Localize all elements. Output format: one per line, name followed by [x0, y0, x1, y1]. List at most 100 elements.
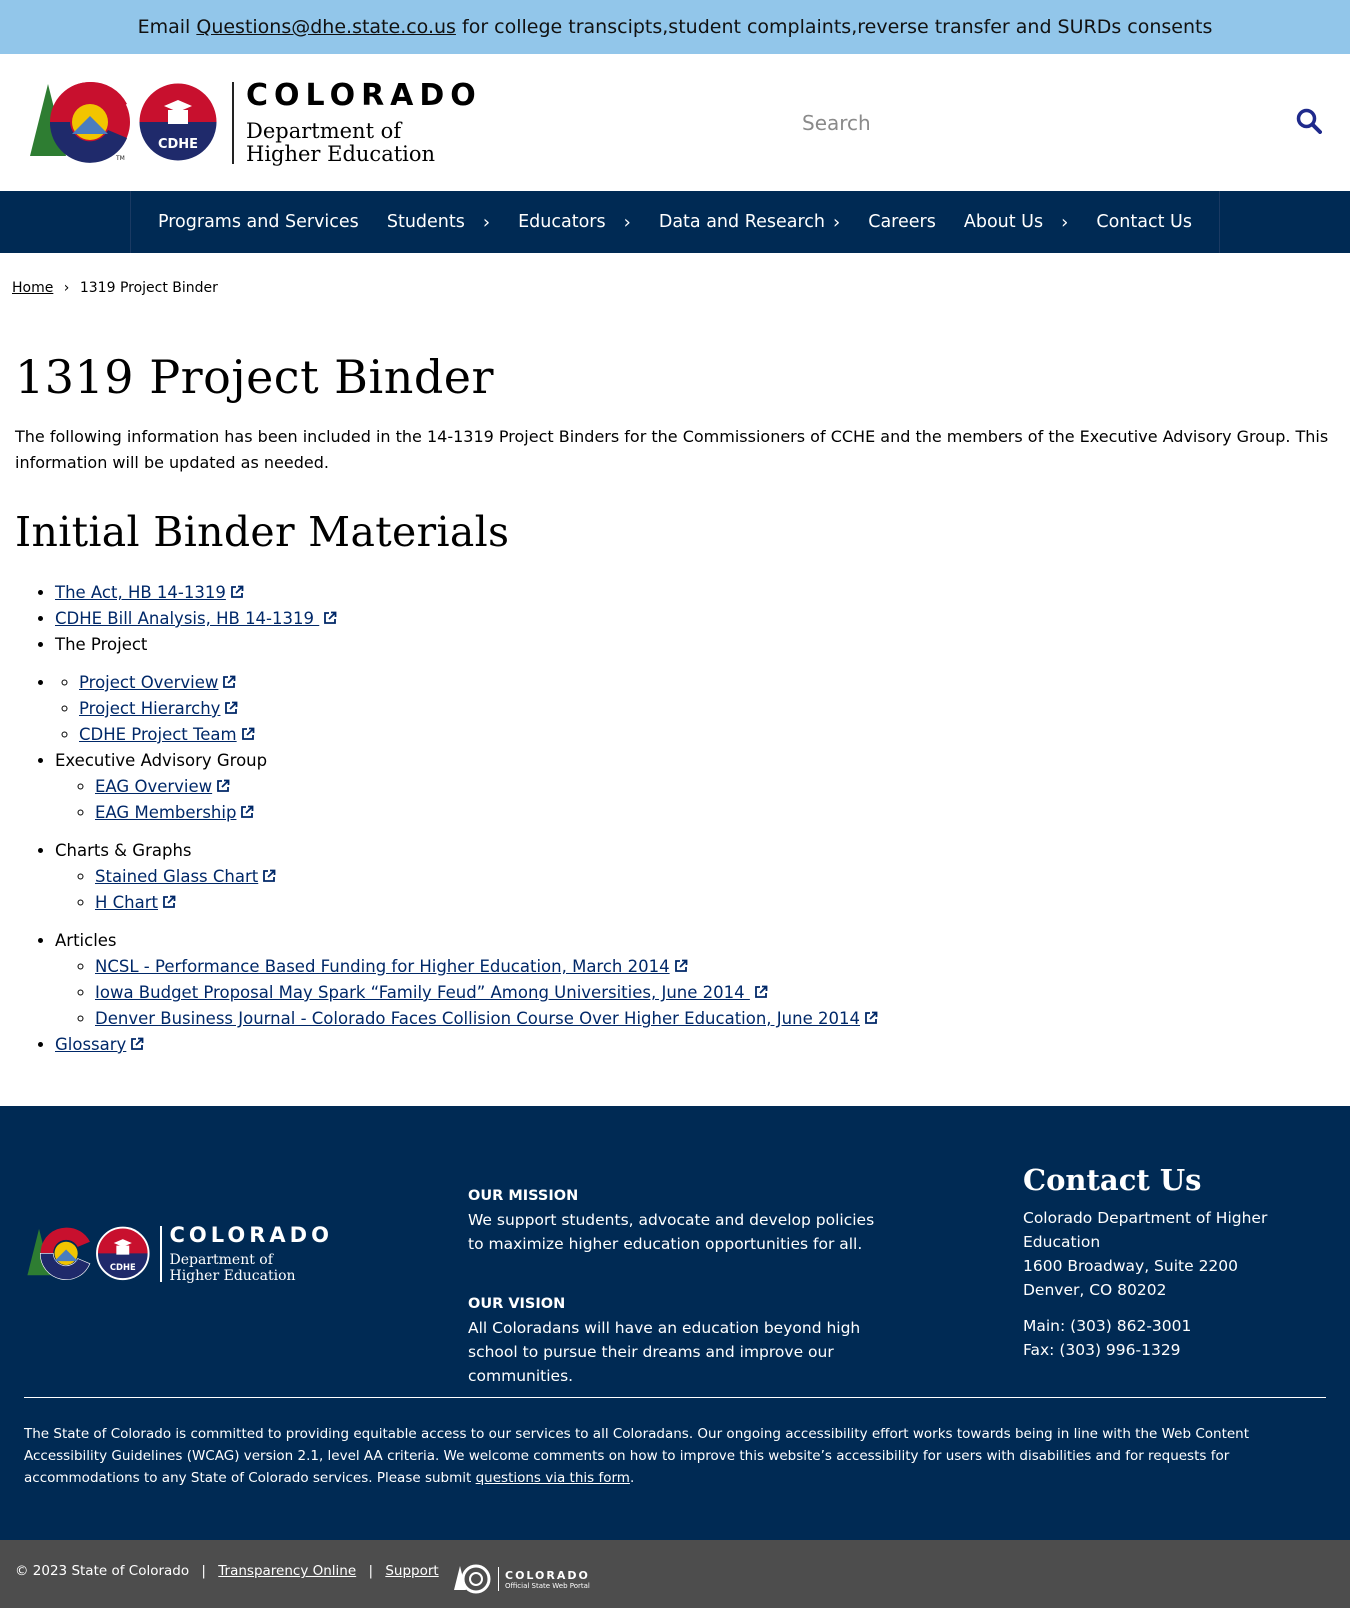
- list-item: H Chart: [95, 890, 1335, 916]
- logo-colorado: COLORADO: [169, 1223, 333, 1247]
- state-portal-logo[interactable]: COLORADO Official State Web Portal: [454, 1564, 590, 1594]
- nav-item-about-us[interactable]: About Us ›: [964, 212, 1068, 233]
- project-sublist: Project Overview Project Hierarchy CDHE …: [55, 670, 255, 748]
- list-item: Executive Advisory Group EAG Overview EA…: [55, 748, 1335, 826]
- act-link[interactable]: The Act, HB 14-1319: [55, 583, 226, 602]
- external-link-icon: [674, 959, 688, 972]
- h-chart-link[interactable]: H Chart: [95, 893, 158, 912]
- iowa-article-link[interactable]: Iowa Budget Proposal May Spark “Family F…: [95, 983, 750, 1002]
- external-link-icon: [241, 727, 255, 740]
- contact-heading: Contact Us: [1023, 1163, 1202, 1197]
- list-item: Charts & Graphs Stained Glass Chart H Ch…: [55, 838, 1335, 916]
- list-item: EAG Overview: [95, 774, 1335, 800]
- nav-item-label: Data and Research: [658, 212, 825, 232]
- materials-list: The Act, HB 14-1319 CDHE Bill Analysis, …: [15, 580, 1335, 1058]
- accessibility-form-link[interactable]: questions via this form: [476, 1470, 630, 1486]
- alert-email-link[interactable]: Questions@dhe.state.co.us: [196, 16, 456, 38]
- list-item: Iowa Budget Proposal May Spark “Family F…: [95, 980, 1335, 1006]
- eag-membership-link[interactable]: EAG Membership: [95, 803, 236, 822]
- nav-item-programs-and-services[interactable]: Programs and Services: [158, 212, 359, 232]
- mission-heading: OUR MISSION: [468, 1188, 579, 1204]
- external-link-icon: [241, 805, 254, 818]
- chevron-right-icon[interactable]: ›: [833, 212, 840, 233]
- list-item: CDHE Project Team: [79, 722, 255, 748]
- list-item: EAG Membership: [95, 800, 1335, 826]
- list-item: Glossary: [55, 1032, 1335, 1058]
- accessibility-end: .: [629, 1470, 635, 1486]
- bottom-separator: |: [368, 1563, 374, 1579]
- colorado-cdhe-logo-icon: CDHE: [27, 1226, 150, 1281]
- project-overview-link[interactable]: Project Overview: [79, 673, 218, 692]
- articles-label: Articles: [55, 931, 117, 950]
- support-link[interactable]: Support: [385, 1563, 438, 1579]
- external-link-icon: [263, 869, 276, 882]
- list-item: NCSL - Performance Based Funding for Hig…: [95, 954, 1335, 980]
- logo-dept-line1: Department of: [246, 118, 402, 143]
- portal-subtitle: Official State Web Portal: [505, 1581, 590, 1590]
- glossary-link[interactable]: Glossary: [55, 1035, 126, 1054]
- nav-item-label: Contact Us: [1096, 212, 1192, 232]
- transparency-link[interactable]: Transparency Online: [218, 1563, 356, 1579]
- nav-item-educators[interactable]: Educators ›: [518, 212, 631, 233]
- eag-sublist: EAG Overview EAG Membership: [55, 774, 1335, 826]
- footer-contact: Contact Us Colorado Department of Higher…: [1023, 1163, 1343, 1362]
- ncsl-article-link[interactable]: NCSL - Performance Based Funding for Hig…: [95, 957, 670, 976]
- denver-article-link[interactable]: Denver Business Journal - Colorado Faces…: [95, 1009, 860, 1028]
- main-nav: Programs and Services Students › Educato…: [0, 191, 1350, 253]
- external-link-icon: [754, 985, 768, 998]
- nav-item-label: About Us: [963, 212, 1044, 232]
- mission-vision: OUR MISSION We support students, advocat…: [468, 1184, 888, 1388]
- main-nav-inner: Programs and Services Students › Educato…: [130, 191, 1220, 253]
- external-link-icon: [217, 779, 230, 792]
- list-item: Project Overview Project Hierarchy CDHE …: [55, 670, 1335, 748]
- eag-label: Executive Advisory Group: [55, 751, 268, 770]
- external-link-icon: [225, 701, 238, 714]
- eag-overview-link[interactable]: EAG Overview: [95, 777, 212, 796]
- chevron-right-icon[interactable]: ›: [1061, 212, 1068, 233]
- logo-dept-line2: Higher Education: [169, 1268, 296, 1284]
- nav-item-contact-us[interactable]: Contact Us: [1096, 212, 1192, 232]
- logo-divider: [498, 1567, 499, 1591]
- mission-text: We support students, advocate and develo…: [468, 1211, 875, 1253]
- site-logo[interactable]: TM CDHE COLORADO Department of Higher Ed…: [28, 73, 482, 173]
- articles-sublist: NCSL - Performance Based Funding for Hig…: [55, 954, 1335, 1032]
- external-link-icon: [131, 1037, 144, 1050]
- cdhe-badge-text: CDHE: [110, 1262, 136, 1272]
- breadcrumb-current: 1319 Project Binder: [79, 280, 218, 296]
- colorado-c-logo-icon: [454, 1564, 491, 1594]
- breadcrumb-home-link[interactable]: Home: [12, 280, 53, 296]
- breadcrumb: Home › 1319 Project Binder: [0, 253, 1350, 315]
- vision-heading: OUR VISION: [468, 1296, 566, 1312]
- project-hierarchy-link[interactable]: Project Hierarchy: [79, 699, 220, 718]
- search-icon[interactable]: [1296, 108, 1322, 138]
- nav-item-careers[interactable]: Careers: [868, 212, 936, 232]
- main-phone[interactable]: Main: (303) 862-3001: [1023, 1314, 1343, 1338]
- alert-prefix: Email: [137, 16, 197, 38]
- footer-logo[interactable]: CDHE COLORADO Department of Higher Educa…: [24, 1224, 333, 1284]
- bill-analysis-link[interactable]: CDHE Bill Analysis, HB 14-1319: [55, 609, 319, 628]
- accessibility-text: The State of Colorado is committed to pr…: [24, 1426, 1250, 1486]
- chevron-right-icon[interactable]: ›: [483, 212, 490, 233]
- address-line: Denver, CO 80202: [1023, 1281, 1167, 1299]
- external-link-icon: [163, 895, 176, 908]
- charts-sublist: Stained Glass Chart H Chart: [55, 864, 1335, 916]
- list-item: CDHE Bill Analysis, HB 14-1319: [55, 606, 1335, 632]
- nav-item-students[interactable]: Students ›: [387, 212, 490, 233]
- nav-item-data-and-research[interactable]: Data and Research ›: [659, 212, 840, 233]
- site-footer: CDHE COLORADO Department of Higher Educa…: [0, 1106, 1350, 1540]
- bottom-bar: © 2023 State of Colorado | Transparency …: [0, 1540, 1350, 1608]
- stained-glass-chart-link[interactable]: Stained Glass Chart: [95, 867, 258, 886]
- search-input[interactable]: [802, 110, 1182, 135]
- list-item: Articles NCSL - Performance Based Fundin…: [55, 928, 1335, 1032]
- footer-logo-text: COLORADO Department of Higher Education: [170, 1224, 333, 1284]
- bottom-links: © 2023 State of Colorado | Transparency …: [15, 1563, 439, 1579]
- external-link-icon: [324, 611, 337, 624]
- colorado-cdhe-logo-icon: TM CDHE: [30, 80, 220, 163]
- accessibility-statement: The State of Colorado is committed to pr…: [24, 1423, 1326, 1489]
- chevron-right-icon[interactable]: ›: [624, 212, 631, 233]
- project-team-link[interactable]: CDHE Project Team: [79, 725, 237, 744]
- site-header: TM CDHE COLORADO Department of Higher Ed…: [0, 54, 1350, 191]
- list-item: The Project: [55, 632, 1335, 658]
- external-link-icon: [223, 675, 236, 688]
- list-item: Project Hierarchy: [79, 696, 255, 722]
